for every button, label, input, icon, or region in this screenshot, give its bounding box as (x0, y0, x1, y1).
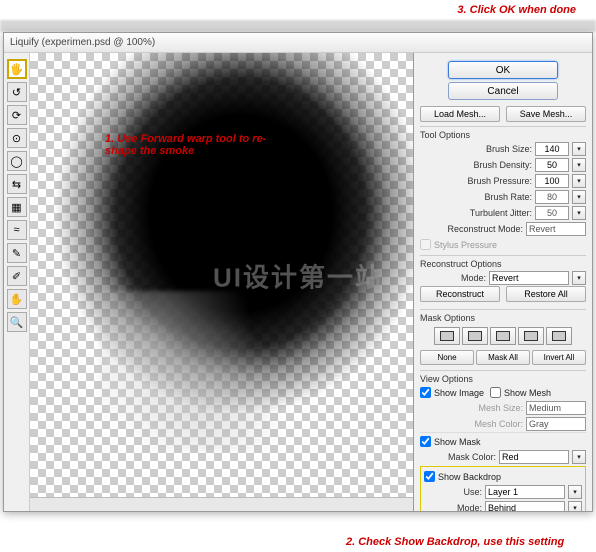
use-label: Use: (463, 487, 482, 497)
turb-jitter-label: Turbulent Jitter: (470, 208, 532, 218)
invert-all-button[interactable]: Invert All (532, 350, 586, 365)
reconstruct-mode-label: Reconstruct Mode: (447, 224, 523, 234)
mask-replace-icon[interactable] (434, 327, 460, 345)
recon-mode-select[interactable] (489, 271, 569, 285)
horizontal-scrollbar[interactable] (30, 497, 413, 511)
recon-mode-label: Mode: (461, 273, 486, 283)
ok-button[interactable]: OK (448, 61, 558, 79)
backdrop-mode-select[interactable] (485, 501, 565, 511)
freeze-mask-tool[interactable]: ✎ (7, 243, 27, 263)
brush-size-label: Brush Size: (486, 144, 532, 154)
show-backdrop-label: Show Backdrop (438, 472, 501, 482)
recon-mode-arrow[interactable]: ▾ (572, 271, 586, 285)
show-mesh-checkbox[interactable] (490, 387, 501, 398)
turbulence-tool[interactable]: ≈ (7, 220, 27, 240)
use-select[interactable] (485, 485, 565, 499)
brush-density-label: Brush Density: (473, 160, 532, 170)
push-left-tool[interactable]: ⇆ (7, 174, 27, 194)
annotation-1: 1. Use Forward warp tool to re-shape the… (105, 133, 285, 157)
ok-cancel-row: OK Cancel (420, 57, 586, 106)
app-menubar-blurred (0, 20, 596, 32)
mesh-color-label: Mesh Color: (474, 419, 523, 429)
show-mask-checkbox[interactable] (420, 436, 431, 447)
mask-all-button[interactable]: Mask All (476, 350, 530, 365)
brush-density-input[interactable] (535, 158, 569, 172)
mask-add-icon[interactable] (462, 327, 488, 345)
show-image-label: Show Image (434, 388, 484, 398)
mask-color-select[interactable] (499, 450, 569, 464)
stylus-pressure-label: Stylus Pressure (434, 240, 497, 250)
mask-color-arrow[interactable]: ▾ (572, 450, 586, 464)
annotation-3: 3. Click OK when done (457, 4, 576, 16)
mask-intersect-icon[interactable] (518, 327, 544, 345)
reconstruct-button[interactable]: Reconstruct (420, 286, 500, 302)
backdrop-highlight: Show Backdrop Use:▾ Mode:▾ Opacity:▾ (420, 466, 586, 511)
watermark: UI设计第一站 (213, 258, 383, 295)
hand-tool[interactable]: ✋ (7, 289, 27, 309)
reconstruct-tool[interactable]: ↺ (7, 82, 27, 102)
reconstruct-label: Reconstruct Options (420, 259, 586, 270)
use-arrow[interactable]: ▾ (568, 485, 582, 499)
reconstruct-mode-select (526, 222, 586, 236)
annotation-2: 2. Check Show Backdrop, use this setting (346, 536, 576, 548)
mesh-size-select (526, 401, 586, 415)
brush-rate-input (535, 190, 569, 204)
tool-column: 🖐 ↺ ⟳ ⊙ ◯ ⇆ ▦ ≈ ✎ ✐ ✋ 🔍 (4, 53, 30, 511)
dialog-title: Liquify (experimen.psd @ 100%) (10, 37, 155, 48)
backdrop-mode-label: Mode: (457, 503, 482, 511)
mask-none-button[interactable]: None (420, 350, 474, 365)
brush-rate-label: Brush Rate: (484, 192, 532, 202)
mesh-size-label: Mesh Size: (478, 403, 523, 413)
cancel-button[interactable]: Cancel (448, 82, 558, 100)
dialog-titlebar: Liquify (experimen.psd @ 100%) (4, 33, 592, 53)
brush-size-input[interactable] (535, 142, 569, 156)
stylus-pressure-checkbox (420, 239, 431, 250)
turb-jitter-stepper: ▾ (572, 206, 586, 220)
restore-all-button[interactable]: Restore All (506, 286, 586, 302)
mirror-tool[interactable]: ▦ (7, 197, 27, 217)
zoom-tool[interactable]: 🔍 (7, 312, 27, 332)
view-section: View Options Show Image Show Mesh Mesh S… (420, 370, 586, 511)
brush-pressure-stepper[interactable]: ▾ (572, 174, 586, 188)
backdrop-mode-arrow[interactable]: ▾ (568, 501, 582, 511)
twirl-tool[interactable]: ⟳ (7, 105, 27, 125)
show-mesh-label: Show Mesh (504, 388, 551, 398)
brush-density-stepper[interactable]: ▾ (572, 158, 586, 172)
turb-jitter-input (535, 206, 569, 220)
brush-size-stepper[interactable]: ▾ (572, 142, 586, 156)
show-image-checkbox[interactable] (420, 387, 431, 398)
mask-section: Mask Options None Mask All Invert All (420, 309, 586, 370)
mask-color-label: Mask Color: (448, 452, 496, 462)
view-label: View Options (420, 374, 586, 385)
show-backdrop-checkbox[interactable] (424, 471, 435, 482)
thaw-mask-tool[interactable]: ✐ (7, 266, 27, 286)
show-mask-label: Show Mask (434, 437, 481, 447)
bloat-tool[interactable]: ◯ (7, 151, 27, 171)
save-mesh-button[interactable]: Save Mesh... (506, 106, 586, 122)
mask-invert-icon[interactable] (546, 327, 572, 345)
brush-rate-stepper: ▾ (572, 190, 586, 204)
mask-subtract-icon[interactable] (490, 327, 516, 345)
load-mesh-button[interactable]: Load Mesh... (420, 106, 500, 122)
brush-pressure-label: Brush Pressure: (467, 176, 532, 186)
forward-warp-tool[interactable]: 🖐 (7, 59, 27, 79)
mesh-buttons-row: Load Mesh... Save Mesh... (420, 106, 586, 126)
mask-label: Mask Options (420, 313, 586, 324)
brush-pressure-input[interactable] (535, 174, 569, 188)
options-panel: OK Cancel Load Mesh... Save Mesh... Tool… (414, 53, 592, 511)
tool-options-section: Tool Options Brush Size: ▾ Brush Density:… (420, 126, 586, 255)
tool-options-label: Tool Options (420, 130, 586, 141)
reconstruct-section: Reconstruct Options Mode: ▾ Reconstruct R… (420, 255, 586, 309)
pucker-tool[interactable]: ⊙ (7, 128, 27, 148)
mesh-color-select (526, 417, 586, 431)
